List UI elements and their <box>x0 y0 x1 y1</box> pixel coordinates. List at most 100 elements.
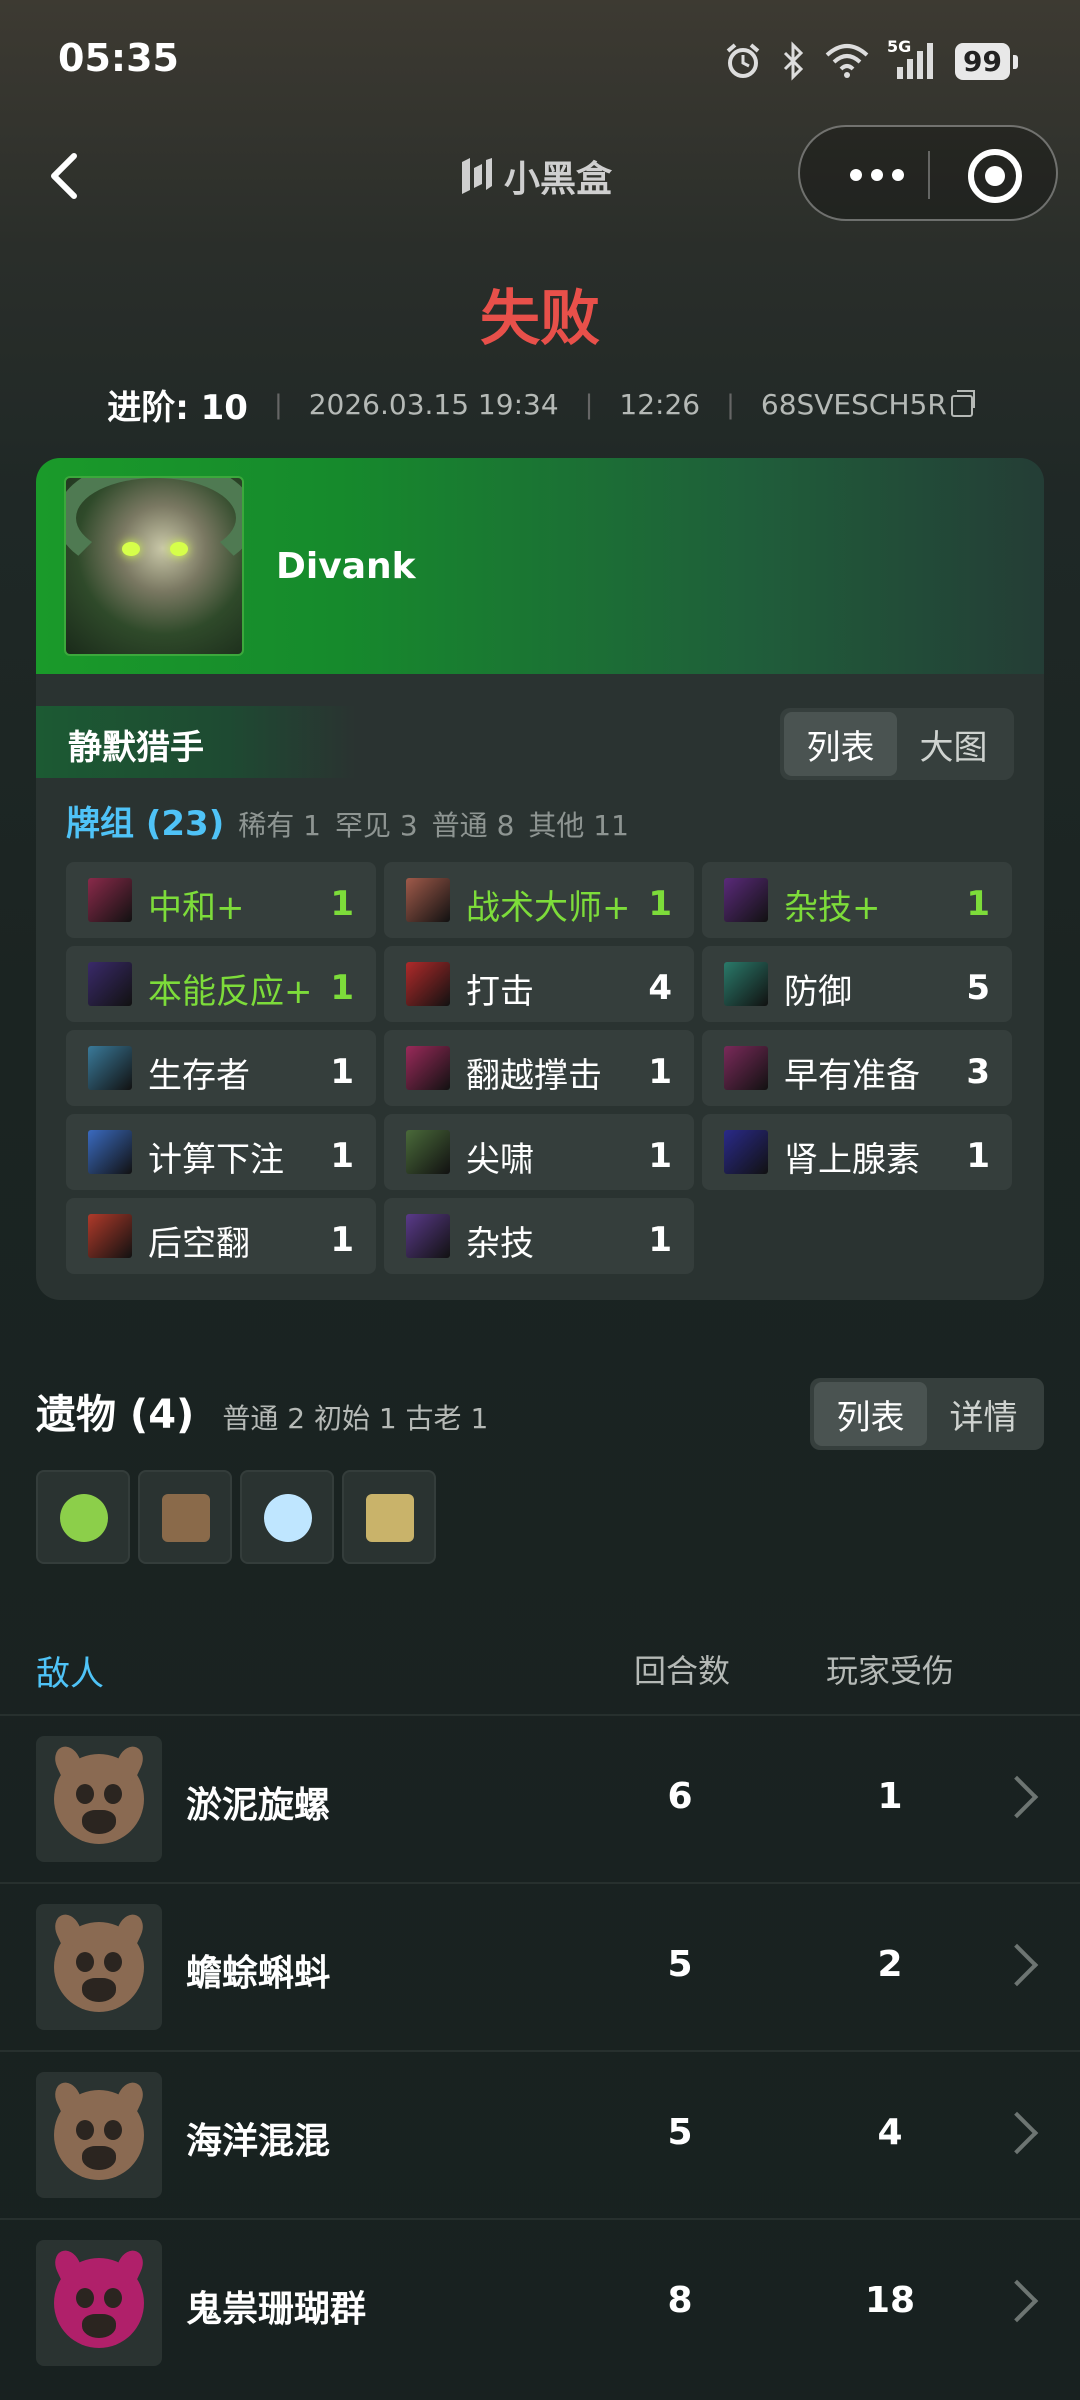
newton-cradle-relic-icon[interactable] <box>342 1470 436 1564</box>
card-art-icon <box>406 1214 450 1258</box>
relic-view-detail-button[interactable]: 详情 <box>927 1382 1040 1446</box>
enemy-name: 淤泥旋螺 <box>186 1785 331 1826</box>
chevron-right-icon <box>995 1775 1039 1819</box>
card-count: 1 <box>648 884 672 924</box>
enemy-row[interactable]: 海洋混混 5 4 <box>0 2050 1080 2218</box>
card-item[interactable]: 早有准备 3 <box>702 1030 1012 1106</box>
seed-text: 68SVESCH5R <box>760 388 947 421</box>
card-count: 5 <box>966 968 990 1008</box>
more-button[interactable] <box>832 155 922 195</box>
enemy-name: 鬼祟珊瑚群 <box>186 2289 367 2330</box>
card-name: 尖啸 <box>466 1140 534 1180</box>
deck-view-big-button[interactable]: 大图 <box>897 712 1010 776</box>
enemy-row[interactable]: 淤泥旋螺 6 1 <box>0 1714 1080 1882</box>
cell-signal-icon: 5G <box>887 37 937 81</box>
card-item[interactable]: 翻越撑击 1 <box>384 1030 694 1106</box>
ascension-level: 进阶: 10 <box>107 388 248 428</box>
card-count: 1 <box>330 968 354 1008</box>
card-item[interactable]: 生存者 1 <box>66 1030 376 1106</box>
card-item[interactable]: 防御 5 <box>702 946 1012 1022</box>
brown-monster-icon <box>50 2078 148 2180</box>
enemy-rounds: 8 <box>667 2280 693 2321</box>
card-item[interactable]: 后空翻 1 <box>66 1198 376 1274</box>
card-item[interactable]: 中和+ 1 <box>66 862 376 938</box>
card-count: 1 <box>648 1220 672 1260</box>
relic-stats: 普通 2 初始 1 古老 1 <box>222 1402 489 1435</box>
card-name: 生存者 <box>148 1056 250 1096</box>
avatar-eye <box>122 542 140 556</box>
card-name: 翻越撑击 <box>466 1056 602 1096</box>
alarm-icon <box>726 43 760 78</box>
relic-view-list-button[interactable]: 列表 <box>814 1382 927 1446</box>
more-dot-icon <box>892 169 904 181</box>
card-item[interactable]: 计算下注 1 <box>66 1114 376 1190</box>
card-item[interactable]: 肾上腺素 1 <box>702 1114 1012 1190</box>
enemy-thumbnail <box>36 2240 162 2366</box>
card-name: 防御 <box>784 972 852 1012</box>
back-button[interactable] <box>36 146 96 206</box>
player-name: Divank <box>276 546 416 587</box>
enemy-header-rounds: 回合数 <box>634 1652 731 1690</box>
monster-part <box>104 1952 122 1972</box>
card-art-icon <box>88 1046 132 1090</box>
deck-stat-rare: 稀有 1 <box>238 809 321 842</box>
deck-view-list-button[interactable]: 列表 <box>784 712 897 776</box>
status-bar: 05:35 5G 99 <box>0 0 1080 120</box>
run-seed[interactable]: 68SVESCH5R <box>760 388 975 421</box>
green-ring-relic-icon[interactable] <box>36 1470 130 1564</box>
close-miniprogram-button[interactable] <box>968 149 1022 203</box>
card-count: 1 <box>966 1136 990 1176</box>
card-art-icon <box>88 1214 132 1258</box>
card-name: 战术大师+ <box>466 888 631 928</box>
monster-part <box>112 1742 148 1782</box>
deck-title: 牌组 (23) <box>66 804 225 844</box>
run-meta-row: 进阶: 10 | 2026.03.15 19:34 | 12:26 | 68SV… <box>0 380 1080 429</box>
leather-pouch-relic-icon[interactable] <box>138 1470 232 1564</box>
enemy-header-title: 敌人 <box>36 1654 104 1694</box>
card-art-icon <box>406 878 450 922</box>
avatar-hood <box>66 478 242 578</box>
card-item[interactable]: 杂技+ 1 <box>702 862 1012 938</box>
chevron-right-icon <box>995 2111 1039 2155</box>
bluetooth-icon <box>783 41 804 81</box>
card-count: 3 <box>966 1052 990 1092</box>
status-time: 05:35 <box>58 36 179 80</box>
card-art-icon <box>724 1046 768 1090</box>
enemy-row[interactable]: 鬼祟珊瑚群 8 18 <box>0 2218 1080 2386</box>
battery-indicator: 99 <box>955 42 1018 80</box>
monster-part <box>82 2146 116 2170</box>
card-item[interactable]: 本能反应+ 1 <box>66 946 376 1022</box>
heybox-logo-icon <box>462 158 492 194</box>
monster-part <box>50 2078 86 2118</box>
card-item[interactable]: 战术大师+ 1 <box>384 862 694 938</box>
card-name: 杂技+ <box>784 888 881 928</box>
monster-part <box>76 1784 94 1804</box>
card-name: 后空翻 <box>148 1224 250 1264</box>
wifi-icon <box>825 44 869 78</box>
run-datetime: 2026.03.15 19:34 <box>308 388 559 421</box>
card-count: 1 <box>330 1220 354 1260</box>
snowflake-relic-icon[interactable] <box>240 1470 334 1564</box>
card-art-icon <box>724 878 768 922</box>
card-item[interactable]: 尖啸 1 <box>384 1114 694 1190</box>
more-dot-icon <box>871 169 883 181</box>
copy-icon[interactable] <box>950 390 975 417</box>
enemy-row[interactable]: 蟾蜍蝌蚪 5 2 <box>0 1882 1080 2050</box>
brown-monster-icon <box>50 1742 148 1844</box>
card-art-icon <box>88 962 132 1006</box>
card-count: 1 <box>648 1136 672 1176</box>
card-item[interactable]: 杂技 1 <box>384 1198 694 1274</box>
monster-part <box>112 1910 148 1950</box>
card-count: 1 <box>330 884 354 924</box>
enemy-rounds: 6 <box>667 1776 693 1817</box>
monster-part <box>82 2314 116 2338</box>
capsule-divider <box>928 151 930 199</box>
enemy-rounds: 5 <box>667 2112 693 2153</box>
card-name: 打击 <box>466 972 534 1012</box>
character-avatar <box>64 476 244 656</box>
deck-stat-uncommon: 罕见 3 <box>334 809 418 842</box>
card-name: 杂技 <box>466 1224 534 1264</box>
card-item[interactable]: 打击 4 <box>384 946 694 1022</box>
monster-part <box>50 2246 86 2286</box>
player-banner: Divank <box>36 458 1044 674</box>
